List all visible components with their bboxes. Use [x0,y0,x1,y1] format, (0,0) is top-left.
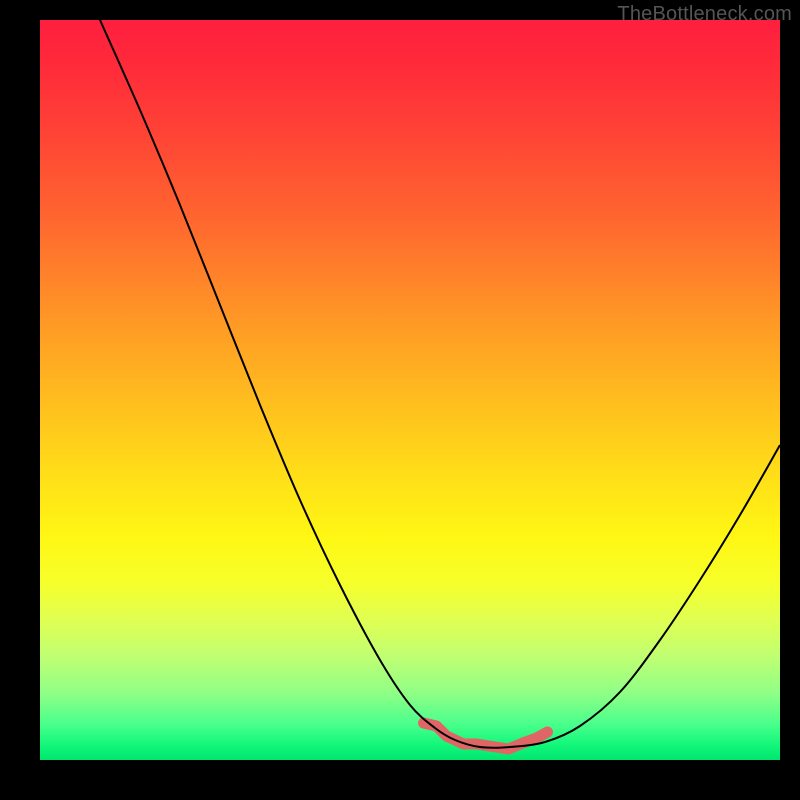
curve-layer [40,20,780,760]
plot-area [40,20,780,760]
bottleneck-curve [100,20,780,748]
chart-frame: TheBottleneck.com [0,0,800,800]
